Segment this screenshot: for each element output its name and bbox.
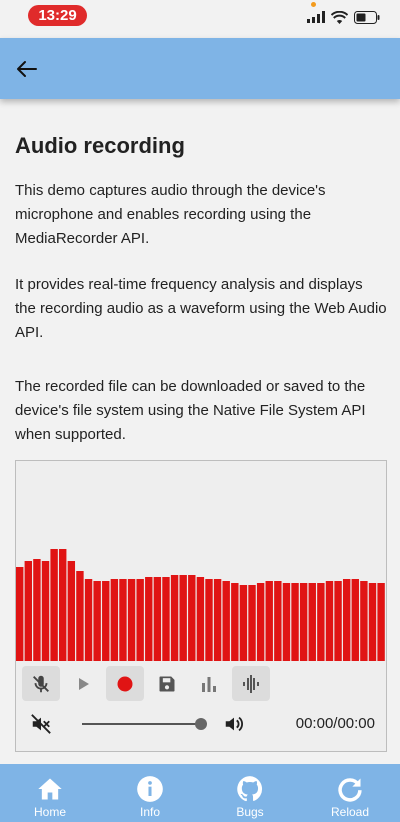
status-icons — [307, 8, 380, 26]
frequency-bar — [67, 561, 76, 661]
frequency-bar — [127, 579, 136, 661]
record-button[interactable] — [106, 666, 144, 701]
frequency-bar — [16, 567, 24, 661]
frequency-bar — [360, 581, 368, 661]
frequency-bar — [119, 579, 127, 661]
home-icon — [38, 778, 62, 800]
frequency-bar — [351, 579, 359, 661]
frequency-bar — [231, 583, 239, 661]
frequency-bar — [377, 583, 385, 661]
frequency-bar — [145, 577, 153, 661]
page-title: Audio recording — [15, 133, 185, 158]
frequency-bar — [179, 575, 187, 661]
save-paragraph: The recorded file can be downloaded or s… — [15, 378, 366, 443]
analysis-paragraph: It provides real-time frequency analysis… — [15, 276, 387, 341]
frequency-bar — [76, 571, 84, 661]
frequency-bar — [136, 579, 144, 661]
github-icon — [237, 776, 263, 802]
frequency-bar — [170, 575, 179, 661]
frequency-bar — [50, 549, 58, 661]
audio-recorder: 00:00/00:00 — [15, 460, 387, 752]
frequency-view-button[interactable] — [190, 666, 228, 701]
back-button[interactable] — [12, 54, 42, 84]
frequency-bar — [248, 585, 256, 661]
frequency-bar — [291, 583, 299, 661]
frequency-bar — [239, 585, 248, 661]
mic-off-icon — [33, 675, 49, 692]
frequency-bar — [24, 561, 32, 661]
waveform-view-button[interactable] — [232, 666, 270, 701]
frequency-bar — [162, 577, 170, 661]
nav-label-home: Home — [33, 805, 66, 819]
frequency-bar — [59, 549, 67, 661]
frequency-bar — [334, 581, 342, 661]
nav-item-reload[interactable]: Reload — [300, 764, 400, 822]
volume-up-icon[interactable] — [223, 713, 245, 735]
status-time: 13:29 — [28, 5, 87, 26]
bottom-nav: Home Info Bugs Reload — [0, 764, 400, 822]
privacy-indicator — [311, 2, 316, 7]
signal-icon — [307, 11, 325, 23]
frequency-bar — [93, 581, 101, 661]
frequency-bar — [188, 575, 196, 661]
volume-mute-icon[interactable] — [30, 713, 52, 735]
frequency-bar — [308, 583, 316, 661]
nav-item-home[interactable]: Home — [0, 764, 100, 822]
bar-chart-icon — [202, 676, 216, 692]
play-icon — [79, 677, 89, 690]
battery-icon — [354, 10, 380, 24]
waveform-icon — [243, 674, 259, 693]
frequency-bar — [110, 579, 119, 661]
frequency-bar — [41, 561, 50, 661]
frequency-bar — [222, 581, 230, 661]
save-button[interactable] — [148, 666, 186, 701]
intro-paragraph: This demo captures audio through the dev… — [15, 182, 326, 247]
frequency-bar — [256, 583, 265, 661]
volume-slider-track[interactable] — [82, 723, 200, 725]
arrow-left-icon — [17, 61, 37, 77]
frequency-bar — [196, 577, 205, 661]
frequency-bar — [213, 579, 222, 661]
frequency-bar — [325, 581, 334, 661]
mute-mic-button[interactable] — [22, 666, 60, 701]
recorder-controls — [22, 666, 270, 701]
record-icon — [117, 676, 133, 691]
nav-label-bugs: Bugs — [236, 805, 264, 819]
frequency-bar — [84, 579, 93, 661]
nav-item-info[interactable]: Info — [100, 764, 200, 822]
frequency-bar — [102, 581, 110, 661]
frequency-bar — [153, 577, 162, 661]
frequency-bar — [368, 583, 377, 661]
reload-icon — [338, 778, 362, 802]
frequency-bar — [299, 583, 308, 661]
frequency-bar — [205, 579, 213, 661]
playback-time: 00:00/00:00 — [295, 715, 375, 732]
save-icon — [159, 676, 175, 691]
wifi-icon — [331, 10, 348, 24]
frequency-visualizer — [16, 549, 385, 661]
app-bar — [0, 38, 400, 99]
nav-item-bugs[interactable]: Bugs — [200, 764, 300, 822]
frequency-bar — [265, 581, 273, 661]
frequency-bar — [274, 581, 282, 661]
nav-label-info: Info — [139, 805, 160, 819]
status-bar: 13:29 — [0, 0, 400, 38]
frequency-bar — [282, 583, 291, 661]
info-icon — [137, 776, 163, 802]
play-button[interactable] — [64, 666, 102, 701]
frequency-bar — [33, 559, 41, 661]
nav-label-reload: Reload — [330, 805, 370, 819]
volume-slider-thumb[interactable] — [195, 718, 207, 730]
frequency-bar — [342, 579, 351, 661]
playback-row: 00:00/00:00 — [30, 713, 375, 735]
frequency-bar — [317, 583, 325, 661]
